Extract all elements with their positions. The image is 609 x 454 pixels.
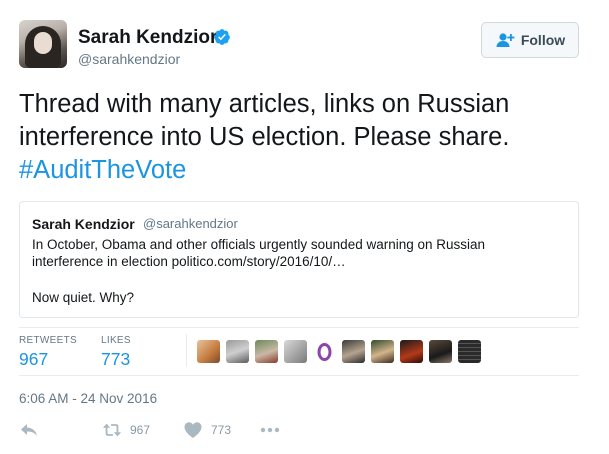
heart-icon bbox=[184, 422, 202, 438]
verified-badge-icon bbox=[214, 29, 230, 45]
quoted-tweet-text: Now quiet. Why? bbox=[32, 290, 135, 305]
like-count: 773 bbox=[211, 423, 232, 437]
divider bbox=[19, 375, 579, 376]
tweet-text-line: interference into US election. Please sh… bbox=[19, 123, 510, 151]
reply-button[interactable] bbox=[19, 421, 39, 439]
follow-button[interactable]: Follow bbox=[481, 22, 579, 58]
more-options-button[interactable] bbox=[259, 421, 281, 439]
stats-separator bbox=[186, 334, 187, 367]
liker-avatar[interactable] bbox=[197, 340, 220, 363]
author-name[interactable]: Sarah Kendzior bbox=[78, 27, 217, 49]
liker-avatar[interactable] bbox=[313, 340, 336, 363]
retweet-icon bbox=[102, 423, 122, 437]
retweet-button[interactable]: 967 bbox=[102, 421, 150, 439]
liker-avatar[interactable] bbox=[429, 340, 452, 363]
liker-avatar[interactable] bbox=[400, 340, 423, 363]
quoted-tweet-text: In October, Obama and other officials ur… bbox=[32, 237, 486, 252]
quoted-tweet-text: interference in election politico.com/st… bbox=[32, 254, 346, 269]
quoted-tweet-card[interactable]: Sarah Kendzior @sarahkendzior In October… bbox=[19, 201, 579, 318]
tweet-text-line: Thread with many articles, links on Russ… bbox=[19, 90, 510, 118]
likes-count[interactable]: 773 bbox=[101, 349, 130, 370]
quoted-author-handle: @sarahkendzior bbox=[143, 216, 238, 231]
liker-avatar[interactable] bbox=[284, 340, 307, 363]
liker-avatar[interactable] bbox=[371, 340, 394, 363]
author-handle[interactable]: @sarahkendzior bbox=[78, 51, 180, 67]
quoted-author-name: Sarah Kendzior bbox=[32, 216, 135, 232]
liker-avatar[interactable] bbox=[255, 340, 278, 363]
liker-avatar[interactable] bbox=[226, 340, 249, 363]
liker-avatar[interactable] bbox=[458, 340, 481, 363]
likes-label: LIKES bbox=[101, 335, 131, 346]
tweet-timestamp[interactable]: 6:06 AM - 24 Nov 2016 bbox=[19, 391, 157, 406]
liker-avatars bbox=[197, 340, 487, 363]
egg-avatar-icon bbox=[317, 343, 332, 361]
hashtag-link[interactable]: #AuditTheVote bbox=[19, 154, 589, 187]
divider bbox=[19, 327, 579, 328]
retweet-count: 967 bbox=[130, 423, 151, 437]
tweet-text: Thread with many articles, links on Russ… bbox=[19, 88, 589, 187]
reply-icon bbox=[21, 424, 37, 436]
follow-button-label: Follow bbox=[520, 32, 566, 48]
retweets-count[interactable]: 967 bbox=[19, 349, 48, 370]
like-button[interactable]: 773 bbox=[183, 421, 231, 439]
liker-avatar[interactable] bbox=[342, 340, 365, 363]
author-avatar[interactable] bbox=[19, 20, 67, 68]
add-user-icon bbox=[496, 33, 515, 47]
retweets-label: RETWEETS bbox=[19, 335, 77, 346]
more-dots-icon bbox=[260, 427, 280, 433]
avatar-face bbox=[34, 32, 52, 54]
